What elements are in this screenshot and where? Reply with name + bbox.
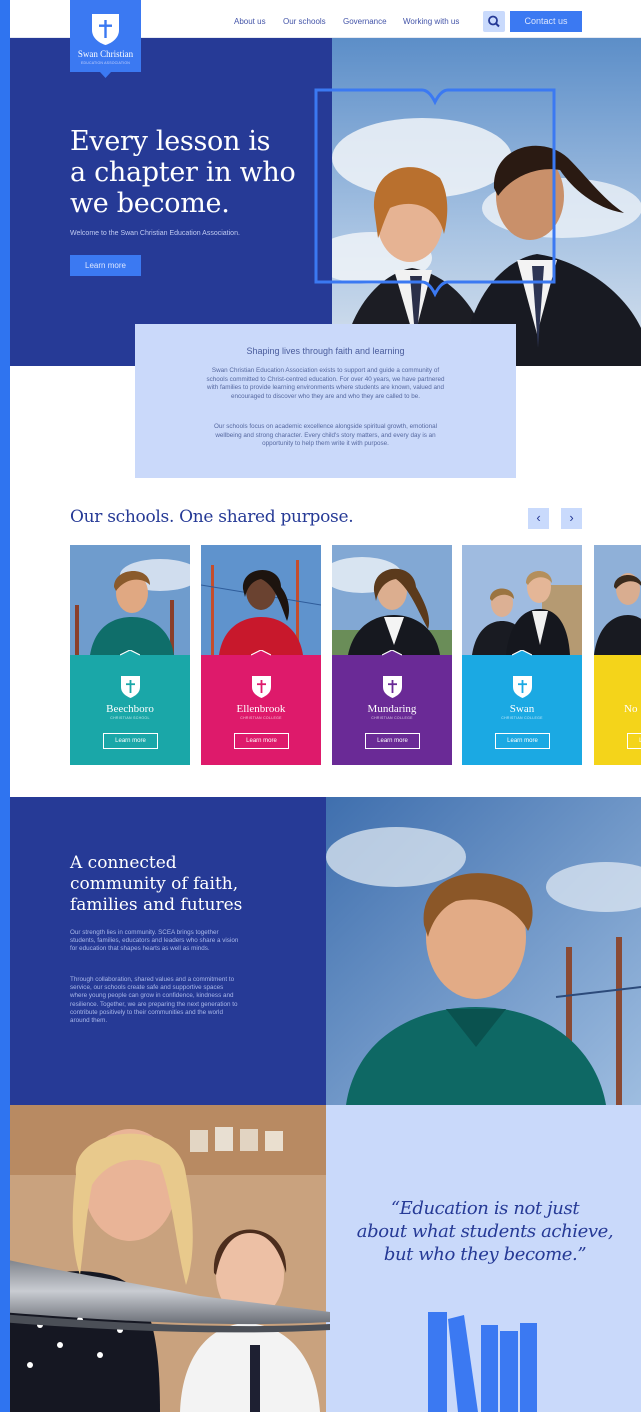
contact-button[interactable]: Contact us — [510, 11, 582, 32]
boy-photo — [326, 797, 641, 1105]
school-card-mundaring[interactable]: Mundaring CHRISTIAN COLLEGE Learn more — [332, 545, 452, 765]
community-image — [326, 797, 641, 1105]
hero-title-line: Every lesson is — [70, 126, 271, 157]
intro-paragraph: Swan Christian Education Association exi… — [206, 367, 445, 400]
quote-text: “Education is not just about what studen… — [340, 1197, 630, 1266]
quote-line: “Education is not just — [390, 1198, 580, 1219]
community-title-line: A connected — [70, 853, 177, 873]
shield-cross-icon — [92, 14, 119, 45]
school-card-ellenbrook[interactable]: Ellenbrook CHRISTIAN COLLEGE Learn more — [201, 545, 321, 765]
page: About us Our schools Governance Working … — [10, 0, 641, 1412]
hero-subtitle: Welcome to the Swan Christian Education … — [70, 230, 240, 237]
community-title-line: community of faith, — [70, 874, 239, 894]
laptop-image — [10, 1260, 330, 1333]
school-learn-more-button[interactable]: Learn more — [234, 733, 289, 749]
school-panel: Swan CHRISTIAN COLLEGE Learn more — [462, 650, 582, 765]
school-photo — [70, 545, 190, 655]
school-panel: Ellenbrook CHRISTIAN COLLEGE Learn more — [201, 650, 321, 765]
school-subtitle: CHRISTIAN SCHOOL — [110, 716, 150, 720]
intro-paragraph: Our schools focus on academic excellence… — [214, 423, 437, 447]
hero-title-line: a chapter in who — [70, 157, 296, 188]
school-photo — [462, 545, 582, 655]
logo-name: Swan Christian — [77, 49, 134, 59]
schools-title: Our schools. One shared purpose. — [70, 507, 354, 527]
school-photo — [201, 545, 321, 655]
school-subtitle: CHRISTIAN COLLEGE — [371, 716, 413, 720]
hero-title-line: we become. — [70, 188, 230, 219]
search-icon — [488, 15, 500, 28]
intro-title: Shaping lives through faith and learning — [246, 346, 405, 356]
school-panel: No Learn more — [594, 655, 641, 765]
nav-working-with-us[interactable]: Working with us — [403, 17, 459, 26]
school-photo — [594, 545, 641, 655]
school-panel: Mundaring CHRISTIAN COLLEGE Learn more — [332, 650, 452, 765]
school-subtitle: CHRISTIAN COLLEGE — [240, 716, 282, 720]
community-paragraph: Through collaboration, shared values and… — [70, 976, 238, 1025]
carousel-next-button[interactable]: › — [561, 508, 582, 529]
community-paragraph: Our strength lies in community. SCEA bri… — [70, 929, 239, 953]
logo-subtitle: EDUCATION ASSOCIATION — [81, 61, 130, 65]
school-card-beechboro[interactable]: Beechboro CHRISTIAN SCHOOL Learn more — [70, 545, 190, 765]
school-card-partial[interactable]: No Learn more — [594, 545, 641, 765]
quote-line: about what students achieve, — [356, 1221, 614, 1242]
intro-box: Shaping lives through faith and learning… — [135, 324, 516, 478]
school-name: Ellenbrook — [236, 703, 286, 715]
community-title-line: families and futures — [70, 895, 243, 915]
school-subtitle: CHRISTIAN COLLEGE — [501, 716, 543, 720]
school-photo — [332, 545, 452, 655]
school-learn-more-button[interactable]: Learn more — [103, 733, 158, 749]
school-name: Beechboro — [106, 703, 154, 715]
school-card-swan[interactable]: Swan CHRISTIAN COLLEGE Learn more — [462, 545, 582, 765]
school-name: Mundaring — [367, 703, 417, 715]
quote-line: but who they become.” — [383, 1244, 587, 1265]
nav-about-us[interactable]: About us — [234, 17, 266, 26]
school-learn-more-button[interactable]: Learn more — [495, 733, 550, 749]
hero-learn-more-button[interactable]: Learn more — [70, 255, 141, 276]
school-name: No — [624, 703, 638, 715]
logo[interactable]: Swan Christian EDUCATION ASSOCIATION — [70, 0, 141, 78]
nav-our-schools[interactable]: Our schools — [283, 17, 326, 26]
school-learn-more-button[interactable]: Learn more — [627, 733, 641, 749]
school-name: Swan — [509, 703, 535, 715]
shield-cross-icon — [252, 676, 271, 698]
community-title: A connected community of faith, families… — [70, 853, 270, 916]
shield-cross-icon — [121, 676, 140, 698]
nav-governance[interactable]: Governance — [343, 17, 387, 26]
shield-cross-icon — [383, 676, 402, 698]
hero-title: Every lesson is a chapter in who we beco… — [70, 126, 330, 219]
search-button[interactable] — [483, 11, 505, 32]
school-learn-more-button[interactable]: Learn more — [365, 733, 420, 749]
shield-cross-icon — [513, 676, 532, 698]
school-panel: Beechboro CHRISTIAN SCHOOL Learn more — [70, 650, 190, 765]
open-book-frame — [314, 88, 556, 298]
carousel-prev-button[interactable]: ‹ — [528, 508, 549, 529]
